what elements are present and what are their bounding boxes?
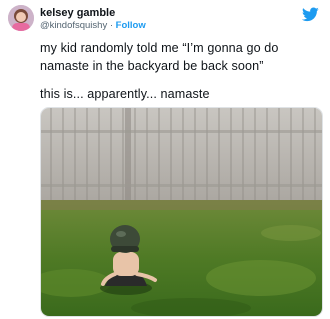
backyard-photo-image (41, 108, 322, 316)
separator-dot: · (109, 20, 114, 31)
tweet-card: kelsey gamble @kindofsquishy · Follow my… (0, 0, 330, 319)
fence (41, 108, 322, 208)
tweet-text-line-2: namaste in the backyard be back soon” (40, 59, 264, 73)
tweet-text-line-3: this is... apparently... namaste (40, 87, 210, 101)
tweet-photo[interactable] (40, 107, 323, 317)
user-avatar[interactable] (8, 5, 34, 31)
avatar-image (8, 5, 34, 31)
author-handle[interactable]: @kindofsquishy (40, 20, 107, 31)
twitter-bird-icon[interactable] (302, 7, 319, 22)
tweet-text-line-1: my kid randomly told me “I’m gonna go do (40, 41, 279, 55)
author-handle-line: @kindofsquishy · Follow (40, 20, 146, 32)
author-display-name[interactable]: kelsey gamble (40, 7, 115, 20)
follow-button[interactable]: Follow (116, 20, 146, 31)
